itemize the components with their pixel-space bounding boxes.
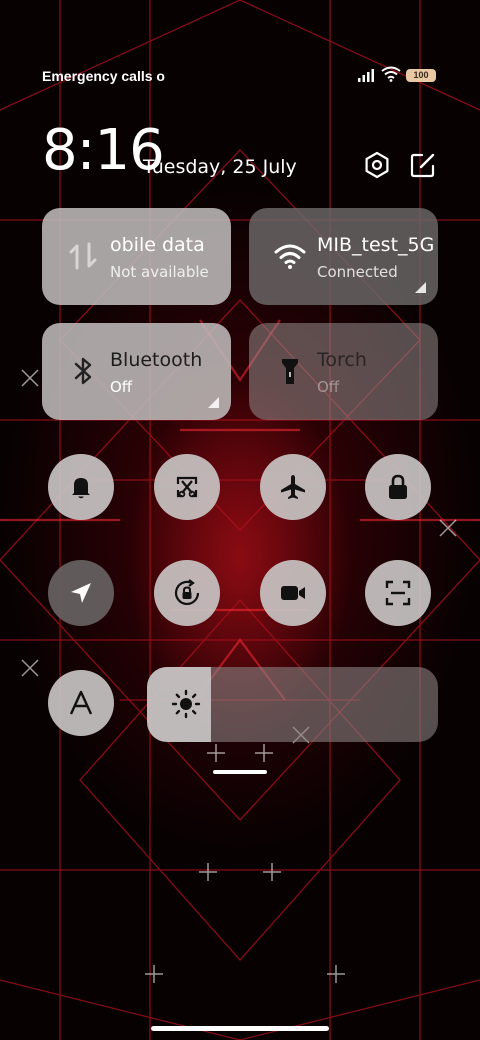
screen-recorder-toggle[interactable] <box>260 560 326 626</box>
data-arrows-icon <box>69 242 97 270</box>
font-icon <box>69 690 93 715</box>
settings-hexagon-icon[interactable] <box>362 150 392 180</box>
wifi-status-icon <box>381 66 401 82</box>
rotation-lock-toggle[interactable] <box>154 560 220 626</box>
torch-title: Torch <box>317 349 367 371</box>
sun-icon <box>171 689 201 719</box>
carrier-status-text: Emergency calls o <box>42 68 165 84</box>
bluetooth-expand-corner-icon[interactable] <box>208 397 219 408</box>
rotation-lock-icon <box>174 579 200 605</box>
lock-screen-toggle[interactable] <box>365 454 431 520</box>
bell-icon <box>72 478 90 499</box>
torch-status: Off <box>317 378 340 396</box>
scanner-icon <box>385 580 411 606</box>
home-gesture-bar[interactable] <box>151 1026 329 1031</box>
status-bar: Emergency calls o 100 <box>0 60 480 90</box>
wifi-expand-corner-icon[interactable] <box>415 282 426 293</box>
screenshot-icon <box>176 476 198 498</box>
date: Tuesday, 25 July <box>143 156 297 178</box>
torch-icon <box>282 359 298 384</box>
airplane-icon <box>281 475 305 499</box>
wifi-status: Connected <box>317 263 398 281</box>
wifi-network-name: MIB_test_5G <box>317 234 433 256</box>
location-toggle[interactable] <box>48 560 114 626</box>
scanner-toggle[interactable] <box>365 560 431 626</box>
mobile-data-title: obile data <box>110 234 205 256</box>
battery-indicator: 100 <box>406 69 436 82</box>
panel-drag-handle[interactable] <box>213 770 267 774</box>
bluetooth-icon <box>74 357 92 385</box>
bluetooth-tile[interactable]: Bluetooth Off <box>42 323 231 420</box>
brightness-slider[interactable] <box>147 667 438 742</box>
bluetooth-status: Off <box>110 378 133 396</box>
mobile-data-tile[interactable]: obile data Not available <box>42 208 231 305</box>
edit-icon[interactable] <box>408 150 438 180</box>
wifi-tile[interactable]: MIB_test_5G Connected <box>249 208 438 305</box>
font-size-toggle[interactable] <box>48 670 114 736</box>
video-camera-icon <box>281 586 305 600</box>
screenshot-toggle[interactable] <box>154 454 220 520</box>
lock-icon <box>389 474 407 499</box>
signal-icon <box>358 69 374 82</box>
bluetooth-title: Bluetooth <box>110 349 203 371</box>
mobile-data-status: Not available <box>110 263 209 281</box>
wifi-icon <box>274 244 306 269</box>
airplane-mode-toggle[interactable] <box>260 454 326 520</box>
mute-toggle[interactable] <box>48 454 114 520</box>
torch-tile[interactable]: Torch Off <box>249 323 438 420</box>
location-icon <box>71 583 91 603</box>
